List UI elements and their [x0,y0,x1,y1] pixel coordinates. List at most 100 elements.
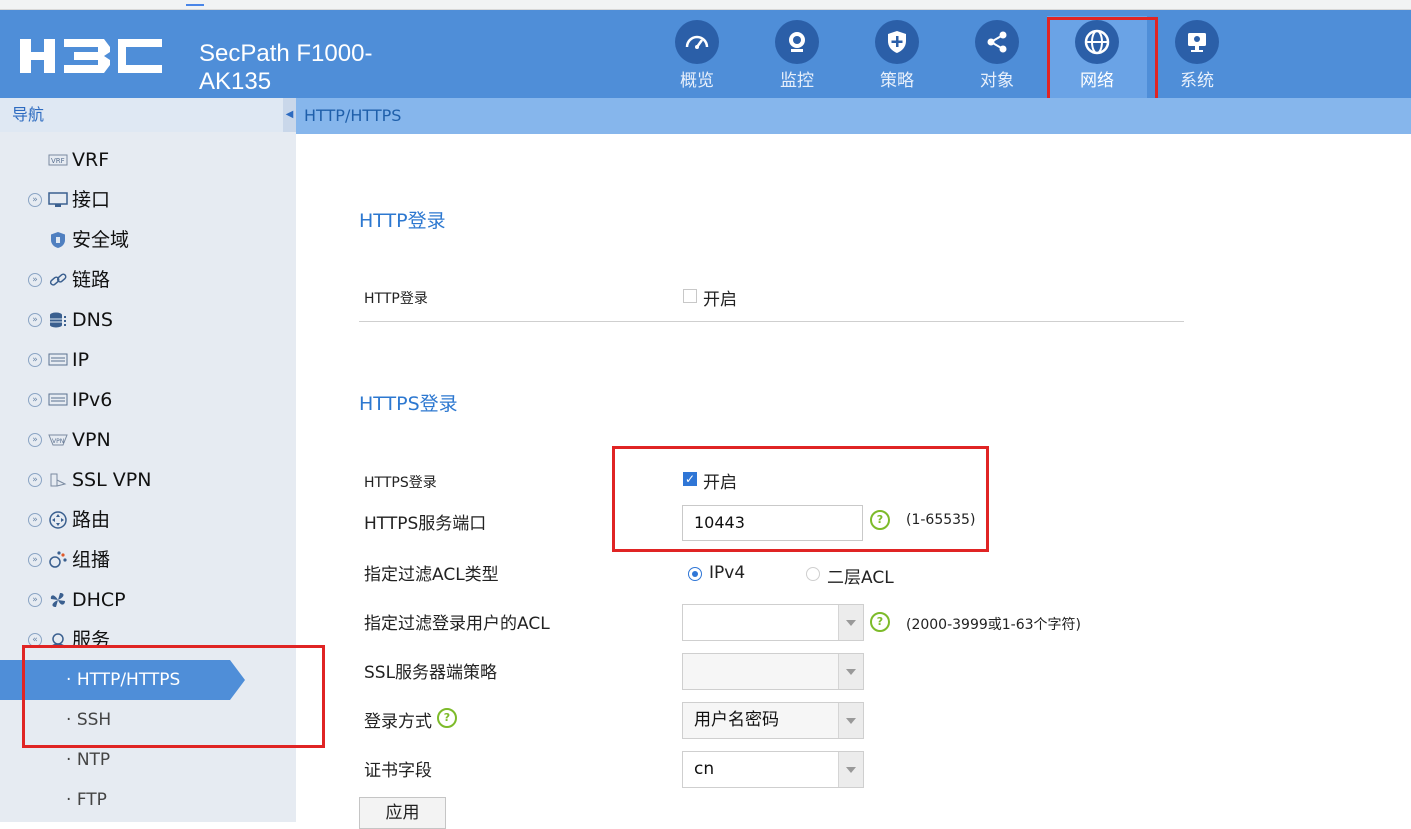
h3c-logo [20,39,162,73]
sidebar-item-interface[interactable]: » 接口 [0,180,296,220]
nav-object[interactable]: 对象 [962,20,1032,98]
sidebar-subitem-http-https[interactable]: · HTTP/HTTPS [0,660,245,700]
sidebar-subitem-ntp[interactable]: · NTP [0,740,296,780]
nav-network[interactable]: 网络 [1047,16,1147,98]
http-login-label: HTTP登录 [364,291,428,307]
https-port-input[interactable]: 10443 [682,505,863,541]
sidebar-item-multicast[interactable]: » 组播 [0,540,296,580]
acl-type-ipv4-radio[interactable] [688,567,702,581]
sidebar-item-label: IP [72,349,90,371]
nav-system[interactable]: 系统 [1162,20,1232,98]
login-method-label: 登录方式 [364,707,432,732]
https-port-hint: (1-65535) [906,512,976,528]
sidebar-subitem-label: · SSH [66,710,112,730]
sidebar-item-label: IPv6 [72,389,113,411]
expand-icon[interactable]: » [28,193,42,207]
ssl-policy-select[interactable] [682,653,864,690]
ssl-policy-label: SSL服务器端策略 [364,663,498,683]
sidebar-item-ipv6[interactable]: » IPv6 [0,380,296,420]
cert-field-select[interactable]: cn [682,751,864,788]
sidebar-subitem-ssh[interactable]: · SSH [0,700,296,740]
https-enable-checkbox[interactable]: ✓ [683,472,697,486]
sidebar-item-label: 链路 [72,269,111,291]
sidebar-item-vrf[interactable]: VRF VRF [0,140,296,180]
https-login-label: HTTPS登录 [364,475,437,491]
expand-icon[interactable]: » [28,353,42,367]
product-name-line2: AK135 [199,68,272,95]
collapse-icon[interactable]: « [28,633,42,647]
dashboard-icon [675,20,719,64]
sidebar-item-dns[interactable]: » DNS [0,300,296,340]
acl-label: 指定过滤登录用户的ACL [364,614,550,634]
login-method-value: 用户名密码 [694,710,779,730]
nav-monitor[interactable]: 监控 [762,20,832,98]
service-icon [50,633,66,649]
login-method-text: 登录方式 [364,712,432,732]
http-section-title: HTTP登录 [359,210,446,232]
expand-icon[interactable]: » [28,313,42,327]
nav-object-label: 对象 [980,71,1014,91]
nav-overview[interactable]: 概览 [662,20,732,98]
expand-icon[interactable]: » [28,553,42,567]
https-section-title: HTTPS登录 [359,393,458,415]
chevron-down-icon [838,654,863,689]
sidebar-item-security-zone[interactable]: 安全域 [0,220,296,260]
https-enable-label: 开启 [703,473,737,493]
breadcrumb: HTTP/HTTPS [296,98,1411,134]
help-icon[interactable]: ? [870,612,890,632]
sidebar-item-vpn[interactable]: » VPN VPN [0,420,296,460]
expand-icon[interactable]: » [28,473,42,487]
sidebar-subitem-text: NTP [76,750,111,770]
sidebar-collapse-button[interactable]: ◀ [283,98,296,132]
help-icon[interactable]: ? [870,510,890,530]
route-icon [49,511,67,529]
nav-system-label: 系统 [1180,71,1214,91]
sidebar-item-dhcp[interactable]: » DHCP [0,580,296,620]
svg-text:VPN: VPN [52,438,64,445]
expand-icon[interactable]: » [28,433,42,447]
sidebar-item-label: 服务 [72,629,111,651]
ip-icon [48,353,68,366]
cert-field-value: cn [694,759,715,779]
nav-policy[interactable]: 策略 [862,20,932,98]
help-icon[interactable]: ? [437,708,457,728]
sidebar-item-ssl-vpn[interactable]: » SSL VPN [0,460,296,500]
sidebar-item-route[interactable]: » 路由 [0,500,296,540]
sidebar-item-service[interactable]: « 服务 [0,620,296,660]
share-icon [975,20,1019,64]
globe-icon [1075,20,1119,64]
http-enable-checkbox[interactable] [683,289,697,303]
product-name-line1: SecPath F1000- [199,40,373,67]
monitor-icon [1175,20,1219,64]
acl-type-l2acl-label: 二层ACL [827,568,894,588]
sidebar-item-label: VPN [72,429,111,451]
acl-select[interactable] [682,604,864,641]
cert-field-label: 证书字段 [364,761,432,781]
apply-button[interactable]: 应用 [359,797,446,829]
interface-icon [48,192,68,207]
chevron-down-icon [838,703,863,738]
sidebar-subitem-text: HTTP/HTTPS [76,670,181,690]
expand-icon[interactable]: » [28,513,42,527]
sidebar-item-link[interactable]: » 链路 [0,260,296,300]
expand-icon[interactable]: » [28,393,42,407]
chevron-down-icon [838,605,863,640]
expand-icon[interactable]: » [28,593,42,607]
sidebar-subitem-ftp[interactable]: · FTP [0,780,296,820]
sidebar-item-label: 安全域 [72,229,130,251]
security-zone-icon [51,232,65,248]
login-method-select[interactable]: 用户名密码 [682,702,864,739]
sidebar-item-label: 组播 [72,549,111,571]
sidebar-title: 导航 [0,98,283,132]
shield-icon [875,20,919,64]
vpn-icon: VPN [48,434,68,446]
acl-type-l2acl-radio[interactable] [806,567,820,581]
vrf-icon: VRF [48,154,68,166]
sidebar-subitem-label: · NTP [66,750,111,770]
expand-icon[interactable]: » [28,273,42,287]
sidebar-item-ip[interactable]: » IP [0,340,296,380]
sidebar-subitem-text: SSH [76,710,112,730]
dhcp-icon [50,593,65,607]
sidebar-item-label: 路由 [72,509,111,531]
database-icon [50,312,66,328]
